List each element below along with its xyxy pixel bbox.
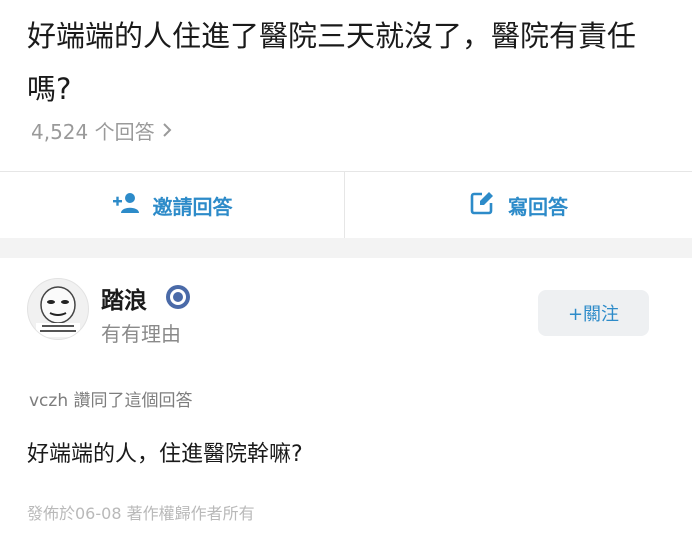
invite-answer-label: 邀請回答 — [152, 194, 233, 219]
action-bar: 邀請回答 寫回答 — [0, 172, 692, 238]
follow-button[interactable]: +關注 — [538, 290, 649, 336]
write-answer-button[interactable]: 寫回答 — [346, 172, 692, 238]
invite-answer-button[interactable]: 邀請回答 — [0, 172, 345, 238]
question-card: 好端端的人住進了醫院三天就沒了，醫院有責任嗎? 4,524 个回答 — [0, 0, 692, 170]
answer-card: 踏浪 有有理由 +關注 vczh 讚同了這個回答 好端端的人，住進醫院幹嘛? 發… — [0, 258, 692, 535]
answer-content[interactable]: 好端端的人，住進醫院幹嘛? — [27, 436, 303, 468]
add-user-icon — [112, 192, 141, 219]
write-answer-label: 寫回答 — [508, 194, 568, 219]
answer-meta: 發佈於06-08 著作權歸作者所有 — [27, 504, 255, 523]
answer-count-text: 4,524 个回答 — [31, 120, 155, 144]
upvoted-by-text: vczh 讚同了這個回答 — [29, 391, 193, 411]
verified-badge-icon — [164, 283, 192, 311]
chevron-right-icon — [161, 119, 173, 143]
author-bio: 有有理由 — [101, 322, 181, 346]
question-title[interactable]: 好端端的人住進了醫院三天就沒了，醫院有責任嗎? — [27, 10, 667, 116]
author-name[interactable]: 踏浪 — [101, 281, 147, 315]
edit-icon — [470, 191, 496, 220]
section-separator — [0, 238, 692, 258]
action-divider — [344, 172, 345, 238]
answer-count-link[interactable]: 4,524 个回答 — [31, 116, 173, 145]
avatar[interactable] — [27, 278, 89, 340]
